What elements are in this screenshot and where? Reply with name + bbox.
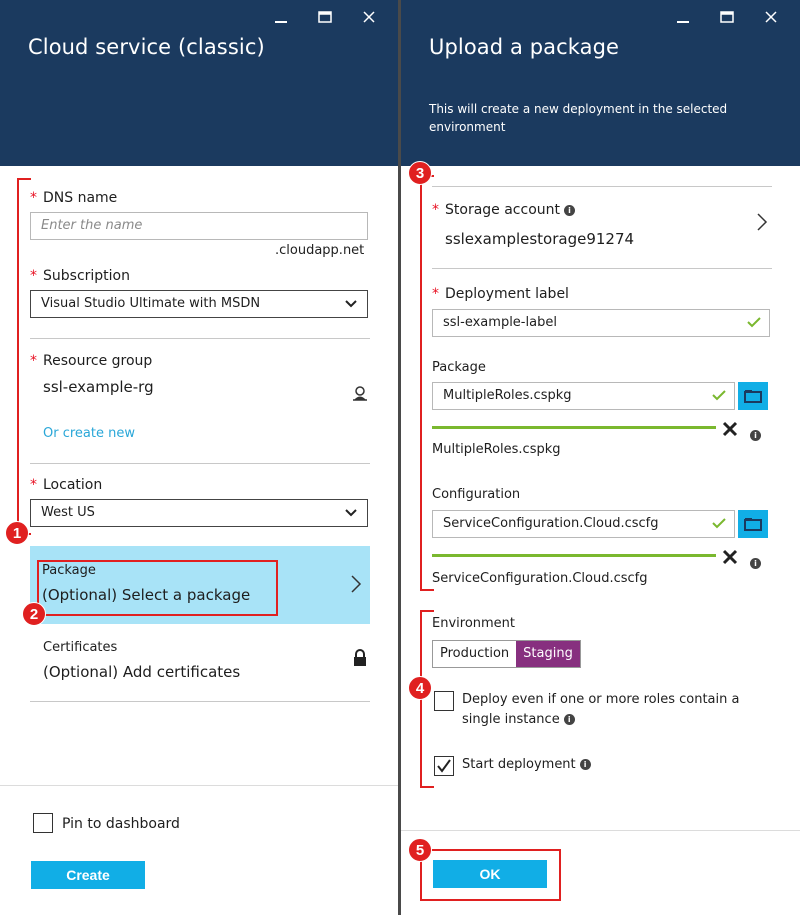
browse-configuration-button[interactable]: [738, 510, 768, 538]
divider: [30, 338, 370, 339]
chevron-down-icon: [345, 509, 357, 517]
info-icon: i: [750, 430, 761, 441]
divider: [432, 186, 772, 187]
lock-icon: [354, 649, 366, 666]
pin-to-dashboard-checkbox[interactable]: [33, 813, 53, 833]
divider: [30, 463, 370, 464]
blade-header: Cloud service (classic): [0, 0, 398, 166]
folder-icon: [744, 390, 762, 403]
deployment-label-input[interactable]: ssl-example-label: [432, 309, 770, 337]
resource-group-value: ssl-example-rg: [43, 378, 154, 396]
annotation-badge-3: 3: [408, 161, 432, 185]
chevron-right-icon[interactable]: [756, 212, 768, 232]
annotation-badge-4: 4: [408, 676, 432, 700]
deploy-single-instance-label: Deploy even if one or more roles contain…: [462, 692, 740, 727]
certificates-value[interactable]: (Optional) Add certificates: [43, 663, 240, 681]
remove-package-icon[interactable]: [722, 421, 738, 437]
checkbox-check-icon: [437, 759, 451, 773]
folder-icon: [744, 518, 762, 531]
maximize-icon[interactable]: [716, 6, 738, 28]
cloud-service-blade: Cloud service (classic) * DNS name Enter …: [0, 0, 398, 915]
package-input[interactable]: MultipleRoles.cspkg: [432, 382, 735, 410]
configuration-input[interactable]: ServiceConfiguration.Cloud.cscfg: [432, 510, 735, 538]
annotation-box-2: [37, 560, 278, 616]
subscription-value: Visual Studio Ultimate with MSDN: [41, 296, 261, 311]
dns-name-input[interactable]: Enter the name: [30, 212, 368, 240]
divider: [432, 268, 772, 269]
minimize-icon[interactable]: [270, 6, 292, 28]
check-icon: [712, 518, 726, 529]
resource-group-label: * Resource group: [30, 353, 153, 369]
configuration-value: ServiceConfiguration.Cloud.cscfg: [443, 516, 659, 531]
create-button[interactable]: Create: [31, 861, 145, 889]
package-filename: MultipleRoles.cspkg: [432, 442, 561, 457]
configuration-filename: ServiceConfiguration.Cloud.cscfg: [432, 571, 648, 586]
window-controls: [672, 6, 782, 28]
blade-subtitle: This will create a new deployment in the…: [429, 102, 728, 134]
close-icon[interactable]: [358, 6, 380, 28]
window-controls: [270, 6, 380, 28]
remove-configuration-icon[interactable]: [722, 549, 738, 565]
deployment-label-value: ssl-example-label: [443, 315, 557, 330]
footer-divider: [0, 785, 398, 786]
environment-option-staging[interactable]: Staging: [516, 641, 580, 667]
info-icon: i: [750, 558, 761, 569]
deploy-single-instance-checkbox[interactable]: [434, 691, 454, 711]
package-label: Package: [432, 360, 486, 375]
dns-name-label: * DNS name: [30, 190, 118, 206]
create-new-link[interactable]: Or create new: [43, 426, 135, 441]
environment-label: Environment: [432, 616, 516, 631]
blade-title: Upload a package: [429, 35, 620, 59]
check-icon: [712, 390, 726, 401]
start-deployment-label: Start deployment i: [462, 755, 591, 775]
footer-divider: [401, 830, 800, 831]
storage-account-value[interactable]: sslexamplestorage91274: [445, 230, 634, 248]
chevron-down-icon: [345, 300, 357, 308]
info-icon: i: [563, 714, 575, 725]
subscription-select[interactable]: Visual Studio Ultimate with MSDN: [30, 290, 368, 318]
storage-account-label: * Storage account i: [432, 202, 576, 218]
blade-header: Upload a package This will create a new …: [401, 0, 800, 166]
location-value: West US: [41, 505, 95, 520]
divider: [30, 701, 370, 702]
close-icon[interactable]: [760, 6, 782, 28]
annotation-bracket-1: [17, 178, 31, 535]
location-select[interactable]: West US: [30, 499, 368, 527]
start-deployment-checkbox[interactable]: [434, 756, 454, 776]
info-icon: i: [564, 205, 576, 216]
dns-suffix: .cloudapp.net: [275, 243, 365, 258]
info-icon: i: [579, 759, 591, 770]
environment-toggle: Production Staging: [432, 640, 581, 668]
check-icon: [747, 317, 761, 328]
package-value: MultipleRoles.cspkg: [443, 388, 572, 403]
configuration-label: Configuration: [432, 487, 521, 502]
annotation-badge-5: 5: [408, 838, 432, 862]
blade-title: Cloud service (classic): [28, 35, 265, 59]
configuration-upload-progress: [432, 554, 716, 557]
pin-to-dashboard-label: Pin to dashboard: [62, 816, 180, 832]
environment-option-production[interactable]: Production: [433, 641, 516, 667]
upload-package-blade: Upload a package This will create a new …: [401, 0, 800, 915]
annotation-badge-1: 1: [5, 521, 29, 545]
annotation-box-5: [420, 849, 561, 901]
subscription-label: * Subscription: [30, 268, 130, 284]
certificates-label: Certificates: [43, 640, 118, 655]
annotation-bracket-3: [420, 175, 434, 591]
chevron-right-icon: [351, 575, 362, 593]
package-upload-progress: [432, 426, 716, 429]
minimize-icon[interactable]: [672, 6, 694, 28]
browse-package-button[interactable]: [738, 382, 768, 410]
maximize-icon[interactable]: [314, 6, 336, 28]
location-label: * Location: [30, 477, 103, 493]
deployment-label-label: * Deployment label: [432, 286, 569, 302]
resource-group-icon: [353, 386, 367, 401]
annotation-badge-2: 2: [22, 602, 46, 626]
